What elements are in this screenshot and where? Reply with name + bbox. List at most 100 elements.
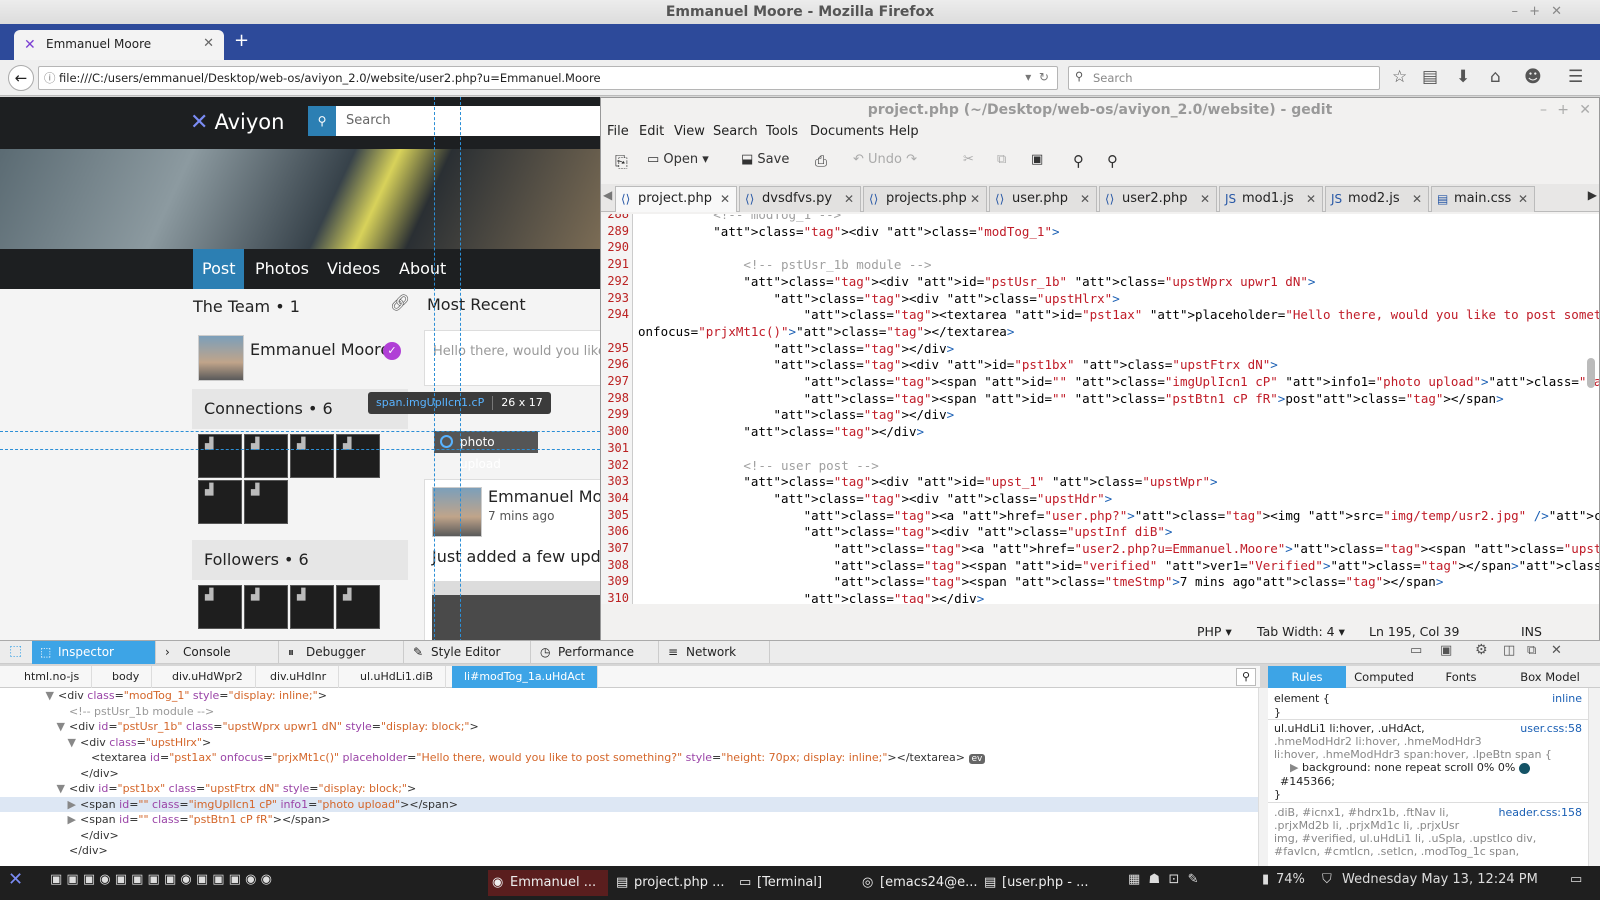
- downloads-icon[interactable]: ⬇: [1456, 67, 1470, 87]
- clock[interactable]: Wednesday May 13, 12:24 PM: [1342, 872, 1538, 887]
- markup-node[interactable]: ▼ <div class="upstHlrx">: [0, 735, 1258, 751]
- post-avatar[interactable]: [432, 487, 482, 537]
- settings-gear-icon[interactable]: ⚙: [1475, 642, 1488, 658]
- code-line[interactable]: "att">class="tag"></div>: [638, 341, 954, 356]
- markup-search-icon[interactable]: ⚲: [1236, 668, 1256, 686]
- search-bar[interactable]: ⚲ Search: [1068, 66, 1380, 90]
- tab-mod1-js[interactable]: JS mod1.js ✕: [1219, 186, 1323, 212]
- code-line[interactable]: "att">class="tag"></div>: [638, 424, 924, 439]
- code-line[interactable]: "att">class="tag"><a "att">href="user.ph…: [638, 508, 1599, 523]
- tab-width-select[interactable]: Tab Width: 4 ▾: [1257, 624, 1345, 639]
- minimize-icon[interactable]: –: [1512, 0, 1519, 24]
- menu-file[interactable]: File: [607, 124, 629, 139]
- taskbar-app[interactable]: ◎ [emacs24@e...: [858, 870, 978, 896]
- find-replace-icon[interactable]: ⚲: [1107, 152, 1118, 170]
- menu-help[interactable]: Help: [889, 124, 919, 139]
- nav-post[interactable]: Post: [193, 249, 245, 289]
- code-line[interactable]: "att">class="tag"></div>: [638, 407, 954, 422]
- markup-scrollbar[interactable]: [1258, 688, 1268, 866]
- taskbar-app[interactable]: ◉ Emmanuel ...: [488, 870, 608, 896]
- menu-tools[interactable]: Tools: [766, 124, 798, 139]
- close-tab-icon[interactable]: ✕: [1518, 187, 1528, 211]
- markup-node[interactable]: <!-- pstUsr_1b module -->: [0, 704, 1258, 720]
- site-search-icon[interactable]: ⚲: [308, 106, 336, 136]
- markup-node[interactable]: ▼ <div id="pstUsr_1b" class="upstWprx upw…: [0, 719, 1258, 735]
- color-swatch[interactable]: [1518, 762, 1530, 774]
- bookmark-star-icon[interactable]: ☆: [1392, 67, 1407, 87]
- site-search-input[interactable]: ⚲ Search: [308, 106, 600, 136]
- dock-side-icon[interactable]: ◫: [1503, 643, 1515, 658]
- code-line[interactable]: "att">class="tag"><div "att">class="modT…: [638, 224, 1059, 239]
- rules-panel[interactable]: element {inline } ul.uHdLi1 li:hover, .u…: [1268, 688, 1588, 866]
- devtools-tab-console[interactable]: › Console: [157, 641, 279, 664]
- markup-node[interactable]: ▶ <span id="" class="imgUplIcn1 cP" info1…: [0, 796, 1258, 812]
- tab-project-php[interactable]: ⟨⟩ project.php ✕: [615, 186, 737, 212]
- save-button[interactable]: ⬓ Save: [741, 152, 789, 167]
- markup-node[interactable]: <textarea id="pst1ax" onfocus="prjxMt1c(…: [0, 750, 1258, 766]
- close-tab-icon[interactable]: ✕: [1306, 187, 1316, 211]
- tab-dvsdfvs-py[interactable]: ⟨⟩ dvsdfvs.py ✕: [739, 186, 861, 212]
- taskbar-app[interactable]: ▭ [Terminal]: [735, 870, 855, 896]
- devtools-tab-debugger[interactable]: ⏸ Debugger: [280, 641, 404, 664]
- editor-scrollbar[interactable]: [1587, 358, 1595, 388]
- connection-thumb[interactable]: [198, 434, 242, 478]
- menu-documents[interactable]: Documents: [810, 124, 884, 139]
- devtools-tab-style-editor[interactable]: ✎ Style Editor: [405, 641, 531, 664]
- post-textarea[interactable]: Hello there, would you like: [424, 330, 600, 386]
- back-button[interactable]: ←: [8, 65, 34, 91]
- tab-user2-php[interactable]: ⟨⟩ user2.php ✕: [1099, 186, 1217, 212]
- devtools-tab-performance[interactable]: ◷ Performance: [532, 641, 659, 664]
- follower-thumb[interactable]: [244, 585, 288, 629]
- start-menu-icon[interactable]: ✕: [8, 869, 23, 890]
- nav-about[interactable]: About: [390, 249, 455, 289]
- gedit-maximize-icon[interactable]: +: [1557, 98, 1569, 122]
- connection-thumb[interactable]: [198, 480, 242, 524]
- markup-node[interactable]: ▶ <span id="" class="pstBtn1 cP fR"></spa…: [0, 812, 1258, 828]
- breadcrumb-item[interactable]: ul.uHdLi1.diB: [348, 666, 447, 688]
- menu-edit[interactable]: Edit: [639, 124, 664, 139]
- code-line[interactable]: "att">class="tag"><a "att">href="user2.p…: [638, 541, 1599, 556]
- post-author[interactable]: Emmanuel Moo: [488, 487, 600, 506]
- tab-rules[interactable]: Rules: [1268, 666, 1346, 688]
- code-line[interactable]: onfocus="prjxMt1c()">"att">class="tag"><…: [638, 324, 1014, 339]
- close-tab-icon[interactable]: ✕: [844, 187, 854, 211]
- reload-icon[interactable]: ▾ ↻: [1025, 70, 1049, 84]
- devtools-tab-inspector[interactable]: ⬚ Inspector: [32, 641, 156, 664]
- maximize-icon[interactable]: +: [1529, 0, 1540, 24]
- code-line[interactable]: <!-- modTog_1 -->: [638, 214, 841, 222]
- new-document-icon[interactable]: ⎘: [615, 152, 628, 172]
- menu-search[interactable]: Search: [713, 124, 758, 139]
- code-line[interactable]: "att">class="tag"><div "att">id="pstUsr_…: [638, 274, 1315, 289]
- shield-icon[interactable]: ⛉: [1322, 872, 1332, 887]
- tab-user-php[interactable]: ⟨⟩ user.php ✕: [989, 186, 1097, 212]
- link-icon[interactable]: 🔗︎: [390, 293, 410, 312]
- language-select[interactable]: PHP ▾: [1197, 624, 1232, 639]
- scroll-tabs-right-icon[interactable]: ▶: [1588, 188, 1597, 202]
- follower-thumb[interactable]: [198, 585, 242, 629]
- home-icon[interactable]: ⌂: [1490, 67, 1501, 87]
- code-line[interactable]: "att">class="tag"><div "att">class="upst…: [638, 491, 1112, 506]
- follower-thumb[interactable]: [336, 585, 380, 629]
- battery-icon[interactable]: ▮: [1262, 872, 1269, 887]
- connection-thumb[interactable]: [244, 480, 288, 524]
- close-tab-icon[interactable]: ✕: [1080, 187, 1090, 211]
- code-line[interactable]: "att">class="tag"><div "att">class="upst…: [638, 291, 1119, 306]
- code-line[interactable]: "att">class="tag"><div "att">id="pst1bx"…: [638, 357, 1277, 372]
- menu-view[interactable]: View: [674, 124, 705, 139]
- rule-source-inline[interactable]: inline: [1552, 692, 1582, 705]
- follower-thumb[interactable]: [290, 585, 334, 629]
- close-icon[interactable]: ✕: [1551, 0, 1562, 24]
- markup-node[interactable]: </div>: [0, 843, 1258, 859]
- code-line[interactable]: "att">class="tag"><span "att">id="verifi…: [638, 558, 1599, 573]
- code-editor[interactable]: 288 <!-- modTog_1 --> 289 "att">class="ta…: [601, 214, 1599, 604]
- connection-thumb[interactable]: [336, 434, 380, 478]
- system-tray-icons[interactable]: ▦ ☗ ⊡ ✎: [1128, 872, 1199, 887]
- page-info-icon[interactable]: ⓘ: [44, 70, 56, 86]
- close-devtools-icon[interactable]: ✕: [1551, 643, 1562, 658]
- close-tab-icon[interactable]: ✕: [1412, 187, 1422, 211]
- scroll-tabs-left-icon[interactable]: ◀: [603, 188, 612, 202]
- code-line[interactable]: <!-- user post -->: [638, 458, 878, 473]
- code-line[interactable]: "att">class="tag"><span "att">class="tme…: [638, 574, 1444, 589]
- markup-node[interactable]: </div>: [0, 828, 1258, 844]
- responsive-mode-icon[interactable]: ▣: [1440, 643, 1452, 658]
